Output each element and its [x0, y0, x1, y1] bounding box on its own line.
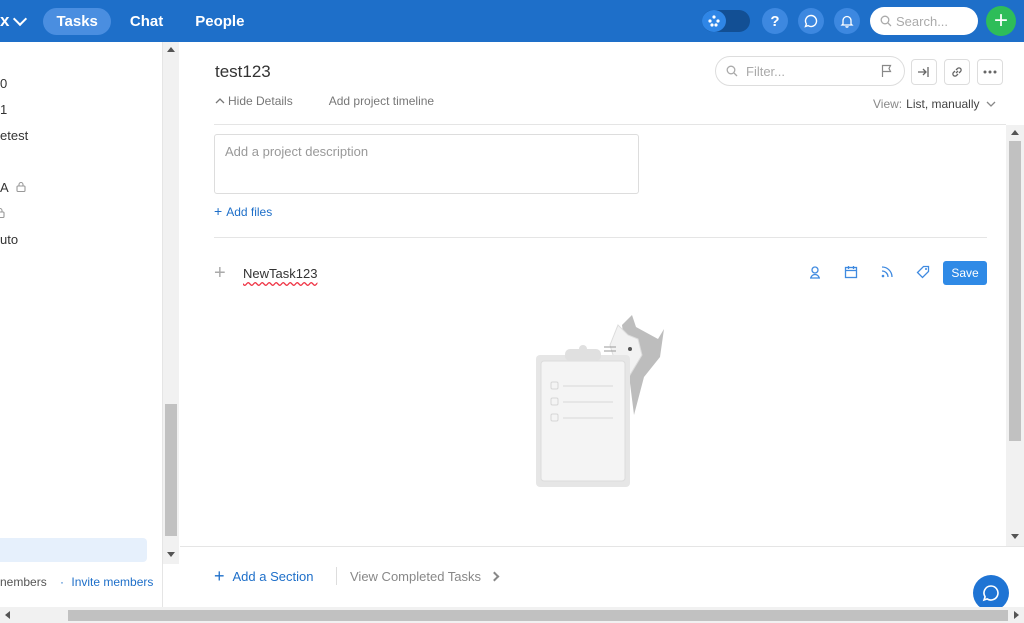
- hide-details-label: Hide Details: [228, 94, 293, 108]
- tag-icon[interactable]: [916, 265, 930, 279]
- tab-chat[interactable]: Chat: [117, 8, 176, 35]
- sidebar-item[interactable]: 0: [0, 76, 7, 91]
- sidebar-item[interactable]: [0, 206, 5, 221]
- view-value: List, manually: [906, 97, 980, 111]
- chevron-up-icon: [215, 98, 225, 104]
- divider: [214, 237, 987, 238]
- sidebar-item-label: 1: [0, 102, 8, 117]
- members-link[interactable]: nembers: [0, 575, 47, 589]
- add-project-timeline-link[interactable]: Add project timeline: [329, 94, 434, 108]
- lock-icon: [0, 207, 5, 219]
- chevron-right-icon: [489, 571, 500, 582]
- scroll-right-arrow-icon[interactable]: [1014, 611, 1019, 619]
- tab-people[interactable]: People: [182, 8, 257, 35]
- divider: [336, 567, 337, 585]
- project-details-links: Hide Details Add project timeline: [215, 94, 452, 108]
- description-placeholder: Add a project description: [225, 144, 369, 159]
- plus-icon: +: [993, 7, 1008, 34]
- add-files-label: Add files: [226, 205, 273, 219]
- project-title[interactable]: test123: [215, 62, 271, 82]
- horizontal-scrollbar[interactable]: [0, 607, 1024, 623]
- new-task-name-input[interactable]: NewTask123: [243, 266, 317, 281]
- view-selector[interactable]: View: List, manually: [873, 97, 996, 111]
- chevron-down-icon: [13, 11, 28, 26]
- workspace-name: x: [0, 11, 10, 30]
- apps-dots-icon: [702, 10, 726, 32]
- link-icon: [952, 67, 962, 77]
- workspace-switcher[interactable]: x: [0, 11, 28, 31]
- subscribe-rss-icon[interactable]: [880, 265, 894, 279]
- view-completed-label: View Completed Tasks: [350, 569, 482, 584]
- add-new-button[interactable]: +: [986, 6, 1016, 36]
- bell-icon: [840, 15, 854, 28]
- scrollbar-thumb[interactable]: [68, 610, 1008, 621]
- help-icon: ?: [770, 12, 780, 30]
- scroll-down-arrow-icon[interactable]: [167, 552, 175, 557]
- sidebar-item[interactable]: uto: [0, 232, 18, 247]
- search-icon: [880, 15, 892, 27]
- project-content: Add a project description + Add files + N…: [180, 125, 1006, 545]
- invite-members-link[interactable]: Invite members: [71, 575, 153, 589]
- sidebar-item-label: uto: [0, 232, 19, 247]
- new-task-row: + NewTask123 Save: [214, 261, 987, 287]
- sidebar: 0 1 etest A uto nembers · Invite members: [0, 42, 163, 607]
- sidebar-item[interactable]: 1: [0, 102, 7, 117]
- scrollbar-thumb[interactable]: [165, 404, 177, 536]
- chat-bubble-icon: [804, 14, 818, 28]
- help-button[interactable]: ?: [762, 8, 788, 34]
- filter-input[interactable]: Filter...: [715, 56, 905, 86]
- sidebar-footer: nembers · Invite members: [0, 575, 153, 589]
- notifications-button[interactable]: [834, 8, 860, 34]
- chat-bubble-icon: [982, 585, 999, 602]
- sign-in-arrow-icon: [918, 67, 929, 77]
- sidebar-scrollbar[interactable]: [163, 42, 179, 564]
- more-dots-icon: [983, 70, 997, 74]
- more-options-button[interactable]: [977, 59, 1003, 85]
- sidebar-item[interactable]: etest: [0, 128, 28, 143]
- chat-bubble-button[interactable]: [798, 8, 824, 34]
- add-section-button[interactable]: + Add a Section: [214, 567, 313, 585]
- scroll-down-arrow-icon[interactable]: [1011, 534, 1019, 539]
- add-section-label: Add a Section: [232, 568, 314, 584]
- search-icon: [726, 65, 738, 77]
- assignee-icon[interactable]: [808, 265, 822, 279]
- scroll-left-arrow-icon[interactable]: [5, 611, 10, 619]
- sidebar-item-label: A: [0, 180, 8, 195]
- copy-link-button[interactable]: [944, 59, 970, 85]
- view-completed-tasks-link[interactable]: View Completed Tasks: [350, 569, 500, 584]
- scroll-up-arrow-icon[interactable]: [1011, 130, 1019, 135]
- global-search-input[interactable]: Search...: [870, 7, 978, 35]
- lock-icon: [16, 181, 26, 193]
- sidebar-item-label: etest: [0, 128, 29, 143]
- sidebar-item-selected[interactable]: [0, 538, 147, 562]
- scroll-up-arrow-icon[interactable]: [167, 47, 175, 52]
- view-label: View:: [873, 97, 903, 111]
- sidebar-item[interactable]: A: [0, 180, 26, 195]
- scrollbar-thumb[interactable]: [1009, 141, 1021, 441]
- hide-details-link[interactable]: Hide Details: [215, 94, 311, 108]
- plus-icon: +: [214, 203, 223, 219]
- calendar-icon[interactable]: [844, 265, 858, 279]
- export-button[interactable]: [911, 59, 937, 85]
- project-footer: + Add a Section View Completed Tasks: [180, 546, 1024, 604]
- add-files-link[interactable]: + Add files: [214, 203, 272, 219]
- plus-icon: +: [214, 262, 226, 284]
- project-description-input[interactable]: Add a project description: [214, 134, 639, 194]
- top-bar: x Tasks Chat People ? Search... +: [0, 0, 1024, 42]
- save-button[interactable]: Save: [943, 261, 987, 285]
- flag-icon[interactable]: [880, 64, 894, 78]
- search-placeholder: Search...: [896, 13, 949, 29]
- empty-state-illustration: [536, 315, 664, 487]
- tab-tasks[interactable]: Tasks: [43, 7, 111, 35]
- invite-separator: ·: [60, 575, 65, 589]
- main-panel: test123 Hide Details Add project timelin…: [180, 42, 1024, 607]
- main-scrollbar[interactable]: [1006, 125, 1024, 546]
- plus-icon: +: [214, 566, 225, 586]
- chat-support-button[interactable]: [973, 575, 1009, 611]
- filter-placeholder: Filter...: [746, 63, 786, 79]
- chevron-down-icon: [986, 101, 996, 107]
- apps-toggle[interactable]: [702, 10, 750, 32]
- sidebar-item-label: 0: [0, 76, 8, 91]
